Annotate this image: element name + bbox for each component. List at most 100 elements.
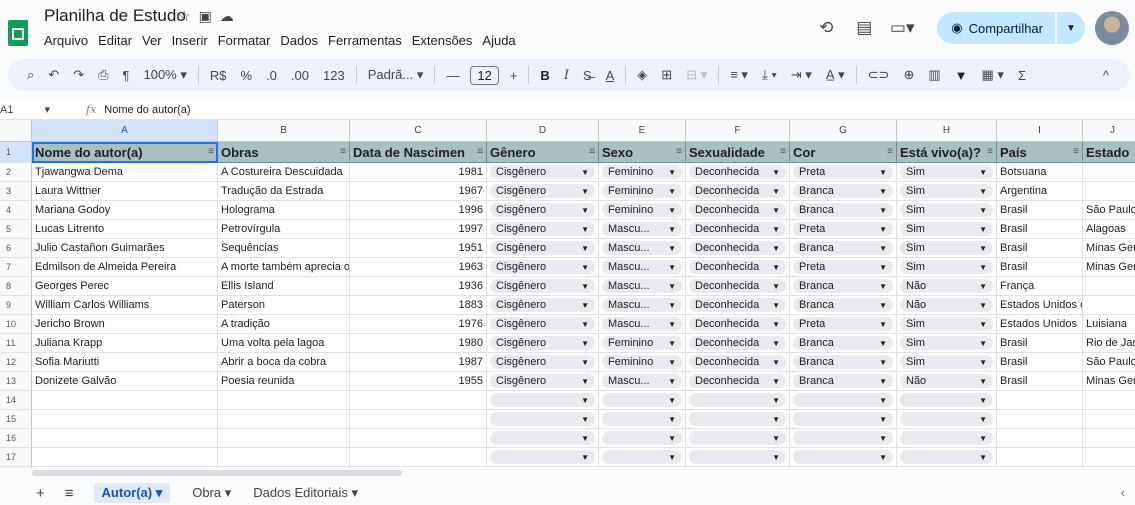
table-cell[interactable]: Mascu... ▼ (599, 296, 686, 315)
table-cell[interactable]: Deconhecida ▼ (686, 201, 790, 220)
table-cell[interactable]: 1967 (350, 182, 487, 201)
dropdown-chip[interactable]: Mascu... ▼ (602, 374, 682, 388)
table-cell[interactable] (997, 429, 1083, 448)
table-cell[interactable]: Brasil (997, 201, 1083, 220)
table-cell[interactable]: Mascu... ▼ (599, 220, 686, 239)
meet-icon[interactable]: ▭▾ (887, 13, 917, 43)
row-number[interactable]: 11 (0, 334, 32, 353)
table-cell[interactable]: Holograma (218, 201, 350, 220)
table-cell[interactable]: Tradução da Estrada (218, 182, 350, 201)
table-cell[interactable] (32, 467, 218, 468)
row-number[interactable]: 5 (0, 220, 32, 239)
dropdown-chip[interactable]: Sim ▼ (900, 317, 993, 331)
text-rotation-icon[interactable]: A̲ ▾ (819, 67, 852, 83)
table-cell[interactable]: 1976 (350, 315, 487, 334)
table-cell[interactable] (218, 467, 350, 468)
search-menus-icon[interactable]: ⌕ (20, 67, 41, 83)
table-cell[interactable] (1083, 277, 1135, 296)
table-cell[interactable]: Mascu... ▼ (599, 258, 686, 277)
table-cell[interactable]: ▼ (599, 429, 686, 448)
chevron-left-icon[interactable]: ‹ (1121, 485, 1125, 500)
table-cell[interactable]: Deconhecida ▼ (686, 353, 790, 372)
table-cell[interactable]: ▼ (487, 391, 599, 410)
table-cell[interactable] (1083, 467, 1135, 468)
dropdown-chip[interactable]: Branca ▼ (793, 241, 893, 255)
dropdown-chip[interactable]: ▼ (900, 412, 993, 426)
dropdown-chip[interactable]: Branca ▼ (793, 184, 893, 198)
table-cell[interactable]: 1951 (350, 239, 487, 258)
filter-icon[interactable]: ≡ (208, 146, 214, 157)
row-number[interactable]: 16 (0, 429, 32, 448)
comments-icon[interactable]: ▤ (849, 13, 879, 43)
table-cell[interactable]: ▼ (599, 448, 686, 467)
dropdown-chip[interactable]: Sim ▼ (900, 222, 993, 236)
table-cell[interactable]: Branca ▼ (790, 296, 897, 315)
strikethrough-icon[interactable]: S̶ (576, 68, 599, 83)
table-cell[interactable]: Petrovírgula (218, 220, 350, 239)
dropdown-chip[interactable]: Deconhecida ▼ (689, 165, 786, 179)
table-cell[interactable]: Deconhecida ▼ (686, 258, 790, 277)
text-color-button[interactable]: A (599, 68, 622, 83)
table-cell[interactable]: 1996 (350, 201, 487, 220)
all-sheets-icon[interactable]: ≡ (65, 485, 74, 502)
table-cell[interactable]: Argentina (997, 182, 1083, 201)
dropdown-chip[interactable]: ▼ (490, 450, 595, 464)
table-cell[interactable]: Cisgênero ▼ (487, 296, 599, 315)
menu-item[interactable]: Ferramentas (328, 33, 402, 48)
dropdown-chip[interactable]: ▼ (602, 431, 682, 445)
table-cell[interactable]: Rio de Janeiro (1083, 334, 1135, 353)
percent-format-button[interactable]: % (234, 68, 260, 83)
dropdown-chip[interactable]: Cisgênero ▼ (490, 317, 595, 331)
dropdown-chip[interactable]: Mascu... ▼ (602, 279, 682, 293)
table-cell[interactable]: Deconhecida ▼ (686, 277, 790, 296)
table-cell[interactable]: ▼ (790, 410, 897, 429)
menu-item[interactable]: Formatar (218, 33, 271, 48)
table-cell[interactable]: Cisgênero ▼ (487, 239, 599, 258)
table-cell[interactable]: Tjawangwa Dema (32, 163, 218, 182)
table-cell[interactable] (997, 467, 1083, 468)
table-cell[interactable]: 1936 (350, 277, 487, 296)
zoom-select[interactable]: 100% ▾ (136, 67, 193, 83)
font-size-input[interactable]: 12 (470, 65, 499, 85)
column-header-c[interactable]: C (350, 120, 487, 142)
table-cell[interactable]: ▼ (487, 410, 599, 429)
filter-icon[interactable]: ≡ (676, 146, 682, 157)
currency-format-button[interactable]: R$ (203, 68, 234, 83)
horizontal-align-icon[interactable]: ≡ ▾ (723, 67, 755, 83)
table-cell[interactable]: 1955 (350, 372, 487, 391)
table-cell[interactable]: ▼ (686, 410, 790, 429)
dropdown-chip[interactable]: ▼ (689, 393, 786, 407)
menu-item[interactable]: Extensões (412, 33, 473, 48)
dropdown-chip[interactable]: Deconhecida ▼ (689, 317, 786, 331)
table-cell[interactable]: Branca ▼ (790, 372, 897, 391)
tab-dados-editoriais[interactable]: Dados Editoriais ▾ (253, 485, 358, 501)
header-cell[interactable]: Estado (1083, 142, 1135, 163)
menu-item[interactable]: Inserir (172, 33, 208, 48)
insert-chart-icon[interactable]: ▥ (921, 67, 947, 83)
row-number[interactable]: 7 (0, 258, 32, 277)
dropdown-chip[interactable]: Deconhecida ▼ (689, 203, 786, 217)
tab-obra[interactable]: Obra ▾ (192, 485, 231, 501)
table-cell[interactable]: Feminino ▼ (599, 182, 686, 201)
table-cell[interactable] (32, 448, 218, 467)
table-cell[interactable]: ▼ (599, 410, 686, 429)
merge-cells-icon[interactable]: ⊟ ▾ (679, 67, 714, 83)
table-cell[interactable]: Deconhecida ▼ (686, 296, 790, 315)
decrease-decimal-button[interactable]: .0 (259, 68, 284, 83)
dropdown-chip[interactable]: Feminino ▼ (602, 165, 682, 179)
table-cell[interactable]: São Paulo (1083, 353, 1135, 372)
table-cell[interactable]: França (997, 277, 1083, 296)
bold-button[interactable]: B (533, 68, 556, 83)
select-all-corner[interactable] (0, 120, 32, 142)
table-cell[interactable] (350, 410, 487, 429)
filter-icon[interactable]: ≡ (1073, 146, 1079, 157)
insert-comment-icon[interactable]: ⊕ (896, 67, 921, 83)
menu-item[interactable]: Dados (280, 33, 318, 48)
dropdown-chip[interactable]: Mascu... ▼ (602, 317, 682, 331)
dropdown-chip[interactable]: ▼ (793, 431, 893, 445)
table-cell[interactable]: Preta ▼ (790, 220, 897, 239)
dropdown-chip[interactable]: ▼ (490, 431, 595, 445)
column-header-e[interactable]: E (599, 120, 686, 142)
table-cell[interactable]: 1883 (350, 296, 487, 315)
table-cell[interactable]: Alagoas (1083, 220, 1135, 239)
